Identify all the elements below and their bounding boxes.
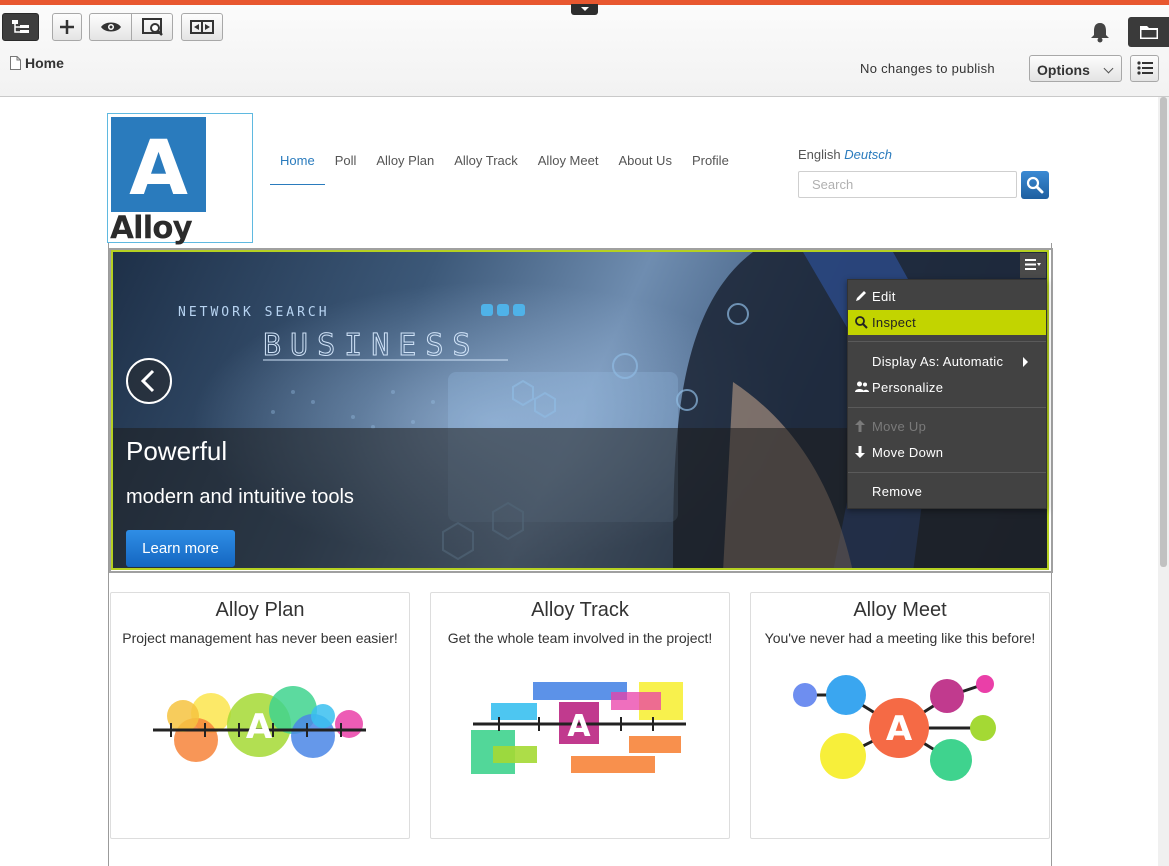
add-button[interactable] xyxy=(52,13,82,41)
teaser-card-alloy-meet[interactable]: Alloy Meet You've never had a meeting li… xyxy=(750,592,1050,839)
options-label: Options xyxy=(1037,62,1090,78)
carousel-previous-button[interactable] xyxy=(126,358,172,404)
site-search-button[interactable] xyxy=(1021,171,1049,199)
magnifier-icon xyxy=(855,316,868,329)
menu-separator xyxy=(848,472,1046,473)
menu-item-inspect-label: Inspect xyxy=(872,315,917,330)
menu-item-personalize-label: Personalize xyxy=(872,380,944,395)
toggle-list-button[interactable] xyxy=(1130,55,1159,82)
nav-item-alloy-track[interactable]: Alloy Track xyxy=(444,152,528,185)
hero-title: Powerful xyxy=(126,436,228,466)
breadcrumb[interactable]: Home xyxy=(10,55,64,71)
arrow-down-icon xyxy=(855,446,865,458)
card-description: Project management has never been easier… xyxy=(122,630,398,646)
view-settings-button[interactable] xyxy=(132,14,174,40)
logo-letter: A xyxy=(129,123,188,212)
language-selector: English Deutsch xyxy=(798,147,892,162)
menu-item-move-down[interactable]: Move Down xyxy=(848,440,1046,465)
hero-bg-network-text: NETWORK SEARCH xyxy=(178,305,330,320)
site-logo[interactable]: A Alloy xyxy=(107,113,253,246)
card-title: Alloy Plan xyxy=(215,599,305,621)
card-description: You've never had a meeting like this bef… xyxy=(764,630,1036,646)
nav-item-home[interactable]: Home xyxy=(270,152,325,185)
plus-icon xyxy=(60,20,74,34)
hero-bg-business-text: BUSINESS xyxy=(263,328,480,363)
menu-item-edit[interactable]: Edit xyxy=(848,284,1046,309)
nav-item-profile[interactable]: Profile xyxy=(682,152,739,185)
hamburger-icon xyxy=(1025,259,1041,270)
menu-item-move-down-label: Move Down xyxy=(872,445,944,460)
hero-subtitle: modern and intuitive tools xyxy=(126,486,354,508)
pencil-icon xyxy=(856,291,866,301)
breadcrumb-label: Home xyxy=(25,55,64,71)
alloy-meet-illustration: A xyxy=(793,675,996,781)
menu-item-personalize[interactable]: Personalize xyxy=(848,375,1046,400)
svg-text:A: A xyxy=(246,707,273,747)
menu-item-display-as-label: Display As: Automatic xyxy=(872,354,1004,369)
arrow-up-icon xyxy=(855,420,865,432)
teaser-card-alloy-track[interactable]: Alloy Track Get the whole team involved … xyxy=(430,592,730,839)
view-mode-group xyxy=(89,13,173,41)
alloy-plan-illustration: A xyxy=(153,686,366,762)
navigation-pane-button[interactable] xyxy=(2,13,39,41)
publish-status: No changes to publish xyxy=(860,61,995,76)
compare-button[interactable] xyxy=(181,13,223,41)
site-search-input[interactable] xyxy=(798,171,1017,198)
language-alternate[interactable]: Deutsch xyxy=(844,147,892,162)
page-icon xyxy=(10,56,21,70)
site-navigation: Home Poll Alloy Plan Alloy Track Alloy M… xyxy=(270,152,739,185)
language-current[interactable]: English xyxy=(798,147,841,162)
compare-icon xyxy=(190,20,214,34)
list-icon xyxy=(1137,61,1153,75)
assets-pane-button[interactable] xyxy=(1128,17,1169,47)
bell-icon[interactable] xyxy=(1089,21,1111,43)
card-title: Alloy Meet xyxy=(853,599,947,621)
logo-text: Alloy xyxy=(110,210,193,246)
card-description: Get the whole team involved in the proje… xyxy=(447,630,713,646)
menu-separator xyxy=(848,341,1046,342)
learn-more-button[interactable]: Learn more xyxy=(126,530,235,567)
card-title: Alloy Track xyxy=(531,599,629,621)
nav-item-about-us[interactable]: About Us xyxy=(608,152,681,185)
block-menu-button[interactable] xyxy=(1020,253,1046,278)
preview-button[interactable] xyxy=(90,14,132,40)
search-icon xyxy=(1026,176,1044,194)
screen-search-icon xyxy=(142,18,163,36)
menu-separator xyxy=(848,407,1046,408)
tree-icon xyxy=(11,20,29,33)
users-icon xyxy=(855,381,869,392)
menu-item-display-as[interactable]: Display As: Automatic xyxy=(848,349,1046,374)
nav-item-alloy-plan[interactable]: Alloy Plan xyxy=(366,152,444,185)
chevron-down-icon xyxy=(1103,63,1114,74)
logo-mark: A xyxy=(111,117,206,212)
svg-text:A: A xyxy=(886,709,913,749)
cms-toolbar: Home No changes to publish Options xyxy=(0,5,1169,97)
menu-item-inspect[interactable]: Inspect xyxy=(848,310,1046,335)
menu-item-move-up-label: Move Up xyxy=(872,419,927,434)
menu-item-edit-label: Edit xyxy=(872,289,896,304)
nav-item-poll[interactable]: Poll xyxy=(325,152,367,185)
scrollbar-thumb[interactable] xyxy=(1160,97,1167,567)
svg-text:A: A xyxy=(567,709,591,744)
menu-item-remove-label: Remove xyxy=(872,484,923,499)
folder-icon xyxy=(1140,26,1158,39)
alloy-track-illustration: A xyxy=(471,682,686,774)
chevron-left-icon xyxy=(140,369,155,393)
nav-item-alloy-meet[interactable]: Alloy Meet xyxy=(528,152,609,185)
teaser-card-alloy-plan[interactable]: Alloy Plan Project management has never … xyxy=(110,592,410,839)
submenu-arrow-icon xyxy=(1023,357,1028,367)
menu-item-remove[interactable]: Remove xyxy=(848,479,1046,504)
toolbar-collapse-toggle[interactable] xyxy=(571,4,598,15)
block-context-menu: Edit Inspect Display As: Automatic Perso… xyxy=(847,279,1047,509)
menu-item-move-up[interactable]: Move Up xyxy=(848,414,1046,439)
options-button[interactable]: Options xyxy=(1029,55,1122,82)
eye-icon xyxy=(100,22,121,32)
